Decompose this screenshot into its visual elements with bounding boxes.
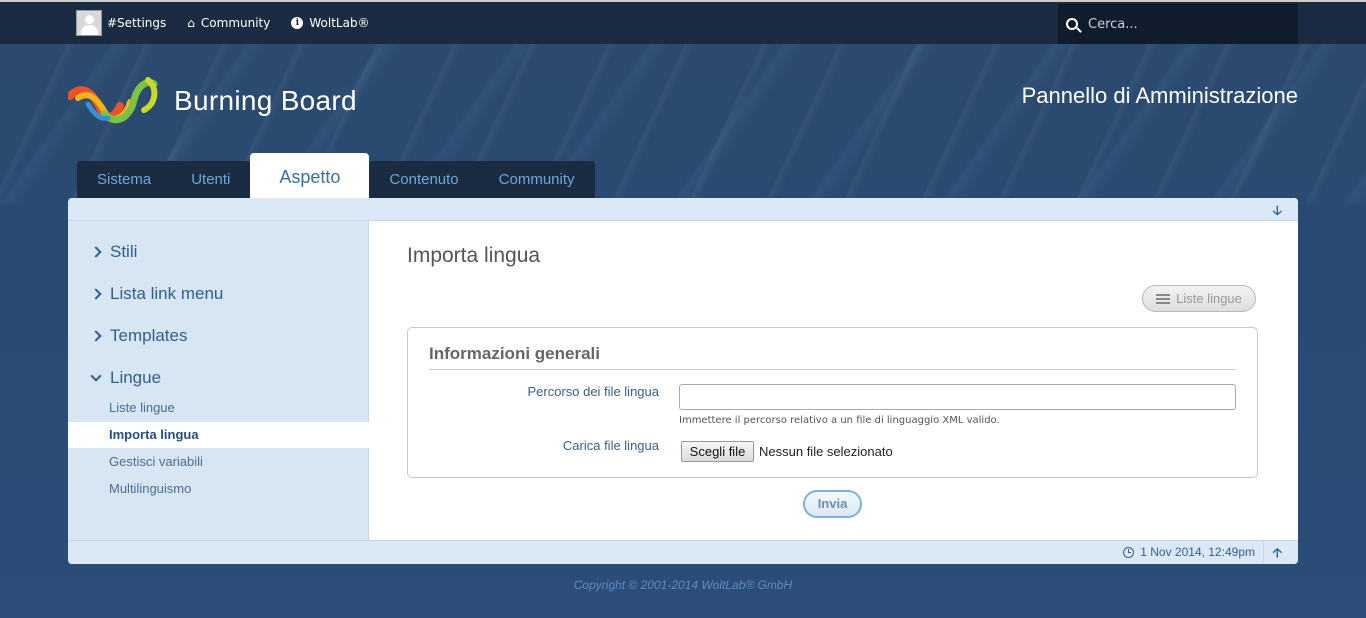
panel-footer: 1 Nov 2014, 12:49pm 🡡 (68, 540, 1298, 564)
top-bar: #Settings ⌂ Community i WoltLab® Cerca... (0, 0, 1366, 44)
list-languages-button[interactable]: Liste lingue (1142, 285, 1256, 312)
sidebar-section-label: Templates (110, 326, 188, 345)
logo[interactable]: Burning Board (68, 74, 357, 128)
path-hint: Immettere il percorso relativo a un file… (679, 415, 1000, 426)
sidebar-section-label: Lista link menu (110, 284, 224, 303)
page-heading: Pannello di Amministrazione (1021, 83, 1298, 108)
community-link[interactable]: ⌂ Community (187, 16, 270, 30)
sidebar-section-label: Stili (110, 242, 138, 261)
tab-contenuto[interactable]: Contenuto (369, 161, 478, 198)
timestamp-text: 1 Nov 2014, 12:49pm (1140, 545, 1255, 559)
home-icon: ⌂ (187, 16, 195, 30)
sidebar-section-lingue[interactable]: Lingue (90, 368, 162, 388)
list-icon (1156, 292, 1171, 306)
woltlab-link[interactable]: i WoltLab® (291, 16, 370, 30)
tab-utenti[interactable]: Utenti (171, 161, 250, 198)
sidebar-section-label: Lingue (110, 368, 162, 387)
search-input[interactable]: Cerca... (1058, 4, 1298, 44)
submit-button[interactable]: Invia (803, 490, 862, 518)
sidebar-item-multilinguismo[interactable]: Multilinguismo (68, 476, 369, 502)
chevron-right-icon (90, 288, 102, 300)
community-label: Community (200, 16, 271, 30)
clock-icon (1123, 546, 1135, 558)
logo-text: Burning Board (174, 85, 357, 116)
sidebar-section-lista-link-menu[interactable]: Lista link menu (90, 284, 224, 304)
search-placeholder: Cerca... (1088, 16, 1138, 32)
tab-aspetto[interactable]: Aspetto (250, 153, 370, 198)
woltlab-label: WoltLab® (309, 16, 370, 30)
choose-file-button[interactable]: Scegli file (681, 441, 754, 462)
logo-icon (68, 77, 158, 124)
upload-label: Carica file lingua (562, 438, 659, 453)
sidebar-item-liste-lingue[interactable]: Liste lingue (68, 395, 369, 421)
user-menu-label: #Settings (107, 16, 167, 30)
tab-sistema[interactable]: Sistema (77, 161, 171, 198)
tab-group-left: Sistema Utenti (77, 161, 251, 198)
info-icon: i (291, 17, 304, 29)
sidebar-section-templates[interactable]: Templates (90, 326, 188, 346)
chevron-right-icon (90, 330, 102, 342)
main-content: Importa lingua Liste lingue Informazioni… (370, 221, 1298, 540)
avatar[interactable] (76, 10, 102, 36)
page-title: Importa lingua (407, 244, 541, 267)
sidebar: Stili Lista link menu Templates Lingue L… (68, 221, 369, 540)
path-label: Percorso dei file lingua (527, 384, 659, 399)
tab-community[interactable]: Community (479, 161, 595, 198)
general-info-fieldset: Informazioni generali Percorso dei file … (407, 327, 1258, 478)
main-tabs: Sistema Utenti Aspetto Contenuto Communi… (77, 153, 595, 198)
copyright: Copyright © 2001-2014 WoltLab® GmbH (573, 578, 793, 592)
sidebar-section-stili[interactable]: Stili (90, 242, 138, 262)
list-languages-label: Liste lingue (1176, 291, 1242, 306)
chevron-down-icon (90, 370, 102, 382)
tab-group-right: Contenuto Community (369, 161, 595, 198)
path-input[interactable] (679, 384, 1236, 410)
arrow-up-icon[interactable]: 🡡 (1273, 544, 1282, 564)
panel-header: 🡣 (68, 198, 1298, 221)
search-icon (1066, 18, 1078, 30)
content-panel: 🡣 Stili Lista link menu Templates Lingue… (68, 198, 1298, 564)
chevron-right-icon (90, 246, 102, 258)
footer-divider (1263, 541, 1264, 564)
timestamp: 1 Nov 2014, 12:49pm (1123, 545, 1255, 559)
user-menu-link[interactable]: #Settings (107, 16, 166, 30)
sidebar-item-importa-lingua[interactable]: Importa lingua (68, 422, 369, 448)
fieldset-legend: Informazioni generali (429, 344, 1236, 370)
file-status: Nessun file selezionato (759, 444, 893, 459)
sidebar-item-gestisci-variabili[interactable]: Gestisci variabili (68, 449, 369, 475)
